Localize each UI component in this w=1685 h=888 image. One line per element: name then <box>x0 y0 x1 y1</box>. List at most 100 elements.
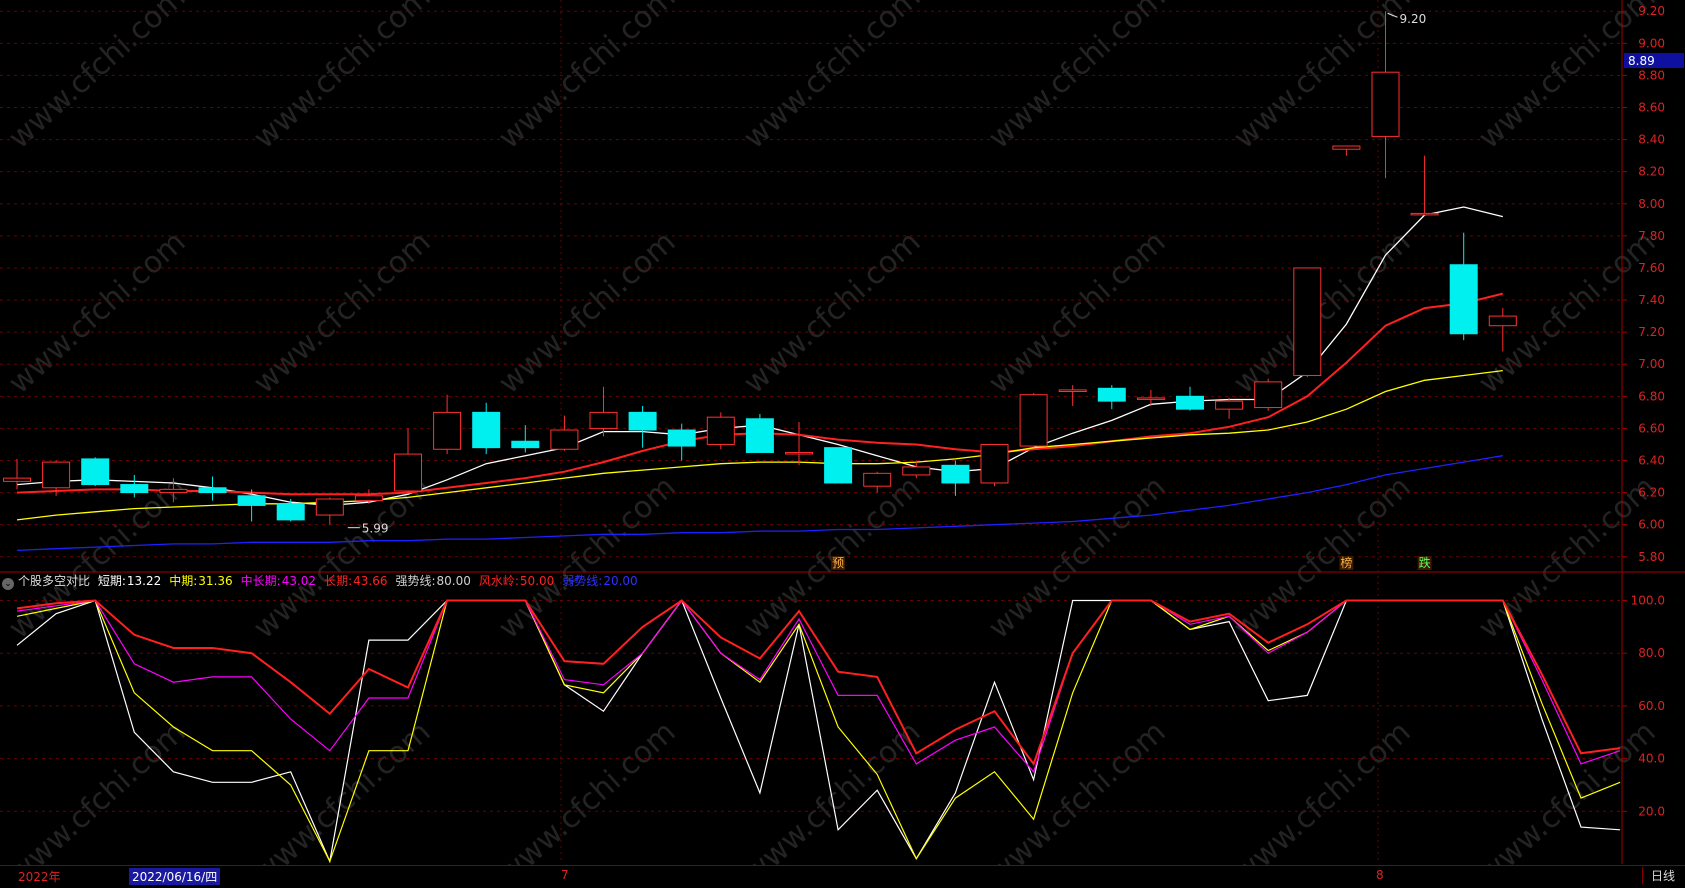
price-tick-label: 8.80 <box>1638 68 1665 82</box>
watermark-text: www.cfchi.com <box>1472 224 1663 401</box>
high-price-label: 9.20 <box>1400 12 1427 26</box>
event-marker[interactable]: 预 <box>831 556 846 570</box>
candle-body <box>1136 397 1165 400</box>
watermark-text: www.cfchi.com <box>247 714 438 884</box>
chart-canvas[interactable]: www.cfchi.com www.cfchi.com www.cfchi.com w… <box>0 0 1685 888</box>
candle[interactable] <box>706 412 735 450</box>
candle-body <box>667 429 696 447</box>
period-button[interactable]: 日线 <box>1641 867 1675 884</box>
candle[interactable] <box>433 394 462 455</box>
watermark-text: www.cfchi.com <box>2 469 193 646</box>
candle[interactable] <box>1332 145 1361 156</box>
watermark-text: www.cfchi.com <box>1472 0 1663 156</box>
candle-body <box>276 503 305 521</box>
candle[interactable] <box>1293 267 1322 378</box>
price-tick-label: 6.00 <box>1638 518 1665 532</box>
indicator-tick-label: 40.0 <box>1638 752 1665 766</box>
event-marker-label: 跌 <box>1419 555 1431 570</box>
watermark-text: www.cfchi.com <box>982 714 1173 884</box>
candle[interactable] <box>785 421 813 466</box>
price-tick-label: 9.20 <box>1638 4 1665 18</box>
watermark-text: www.cfchi.com <box>492 224 683 401</box>
price-tick-label: 8.40 <box>1638 133 1665 147</box>
candle-body <box>706 416 735 445</box>
candle[interactable] <box>1176 386 1204 411</box>
candle-body <box>354 495 383 502</box>
candle-body <box>785 451 813 455</box>
indicator-name[interactable]: 个股多空对比 <box>18 574 90 588</box>
candle[interactable] <box>315 497 344 525</box>
event-marker[interactable]: 榜 <box>1339 555 1354 570</box>
cursor-date: 2022/06/16/四 <box>129 868 221 885</box>
legend-item-label: 风水岭: <box>478 574 519 588</box>
price-tick-label: 6.80 <box>1638 389 1665 403</box>
candle-body <box>1371 71 1400 137</box>
price-tick-label: 7.40 <box>1638 293 1665 307</box>
candle[interactable] <box>1097 385 1126 410</box>
candle-body <box>1488 315 1517 327</box>
candle[interactable] <box>941 460 970 496</box>
watermark-text: www.cfchi.com <box>2 0 193 156</box>
candle-body <box>1058 389 1087 393</box>
legend-item: 风水岭:50.00 <box>479 574 558 588</box>
legend-item-value: 31.36 <box>198 574 233 588</box>
candle[interactable] <box>472 402 501 455</box>
candle[interactable] <box>667 423 696 461</box>
candle[interactable] <box>511 425 540 453</box>
watermark-text: www.cfchi.com <box>492 0 683 156</box>
kline-chart[interactable]: www.cfchi.com www.cfchi.com www.cfchi.com w… <box>0 0 1685 888</box>
price-tick-label: 7.20 <box>1638 325 1665 339</box>
candle[interactable] <box>824 447 853 484</box>
legend-item: 中长期:43.02 <box>241 574 320 588</box>
candle[interactable] <box>198 476 227 501</box>
candle[interactable] <box>980 443 1009 487</box>
watermark-text: www.cfchi.com <box>982 469 1173 646</box>
price-tick-label: 7.00 <box>1638 357 1665 371</box>
candle[interactable] <box>1019 393 1048 448</box>
indicator-tick-label: 60.0 <box>1638 699 1665 713</box>
legend-item-label: 中期: <box>169 574 198 588</box>
candle[interactable] <box>3 458 31 490</box>
price-tick-label: 7.60 <box>1638 261 1665 275</box>
candle-body <box>1449 264 1478 335</box>
candle-body <box>81 458 110 486</box>
candle-body <box>1332 145 1361 150</box>
candle[interactable] <box>237 489 266 522</box>
watermark-text: www.cfchi.com <box>2 224 193 401</box>
indicator-legend: ⌄ 个股多空对比 短期:13.22 中期:31.36 中长期:43.02 长期:43.6… <box>2 572 650 590</box>
candle[interactable] <box>1215 397 1244 419</box>
year-label: 2022年 <box>18 870 61 884</box>
candle[interactable] <box>81 457 110 487</box>
legend-item: 强势线:80.00 <box>395 574 474 588</box>
candle[interactable] <box>1449 232 1478 341</box>
candle[interactable] <box>745 413 774 453</box>
price-tick-label: 6.20 <box>1638 486 1665 500</box>
price-axis: 5.80 6.00 6.20 6.40 6.60 6.80 7.00 7.20 7.40 7.60… <box>1622 4 1684 818</box>
candle[interactable] <box>550 415 579 451</box>
watermark-text: www.cfchi.com <box>737 0 928 156</box>
event-marker-label: 预 <box>832 556 844 570</box>
candle[interactable] <box>1058 385 1087 406</box>
candle-body <box>237 495 266 506</box>
candle-body <box>394 453 422 492</box>
candle-body <box>980 443 1009 484</box>
candle-body <box>1215 400 1244 410</box>
candle-body <box>120 484 149 494</box>
collapse-icon[interactable]: ⌄ <box>2 578 14 590</box>
candle-body <box>628 411 657 431</box>
month-label-8: 8 <box>1376 868 1384 882</box>
candle-body <box>1097 387 1126 402</box>
legend-item: 中期:31.36 <box>169 574 236 588</box>
candle-body <box>1176 395 1204 410</box>
watermark-layer: www.cfchi.com www.cfchi.com www.cfchi.com w… <box>2 0 1663 888</box>
candle-body <box>511 440 540 449</box>
event-marker[interactable]: 跌 <box>1417 555 1432 570</box>
candle-body <box>824 447 853 484</box>
legend-item-value: 80.00 <box>436 574 471 588</box>
candle[interactable] <box>628 405 657 448</box>
candle[interactable] <box>1410 155 1439 216</box>
candle[interactable] <box>1254 378 1283 411</box>
candle[interactable] <box>394 428 422 493</box>
candle-body <box>3 477 31 482</box>
candle[interactable] <box>589 386 618 437</box>
